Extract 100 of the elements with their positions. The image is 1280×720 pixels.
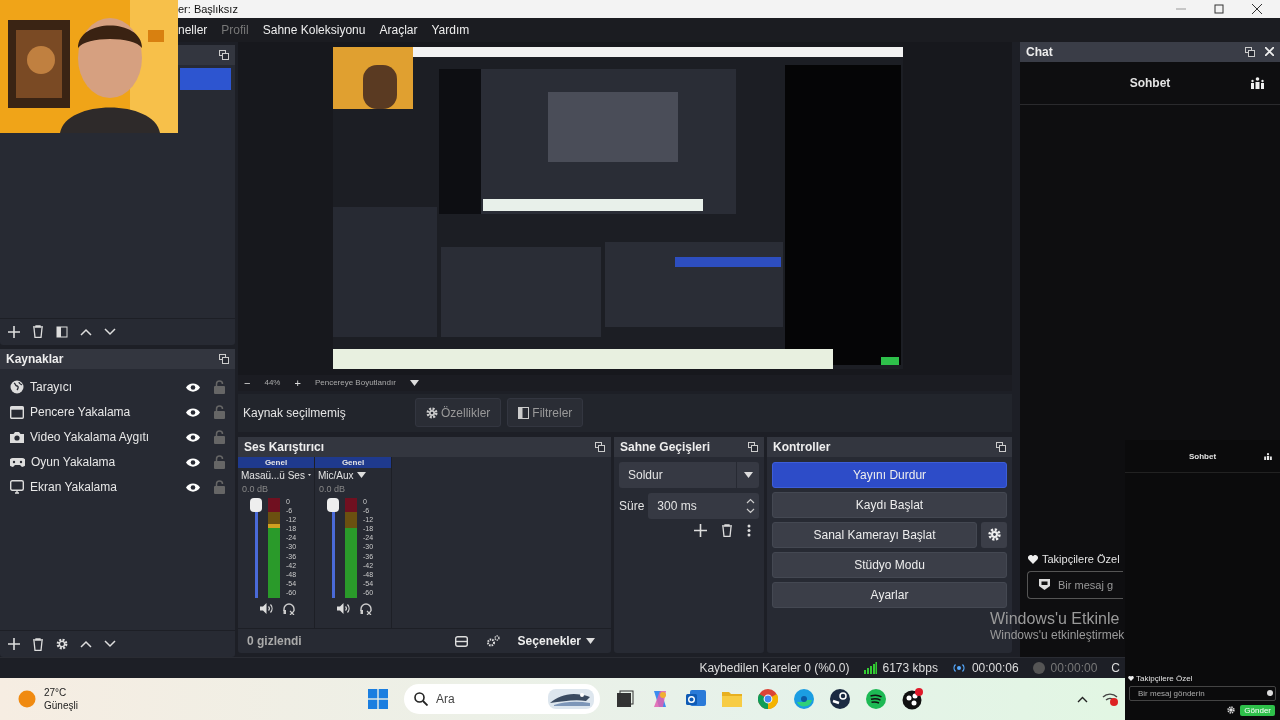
steam-icon[interactable] <box>830 689 850 709</box>
maximize-icon[interactable] <box>1214 4 1224 14</box>
control-button[interactable]: Ayarlar <box>772 581 1007 608</box>
chrome-icon[interactable] <box>758 689 778 709</box>
shield-icon <box>1039 579 1050 591</box>
trash-icon[interactable] <box>721 523 733 537</box>
eye-icon[interactable] <box>186 432 200 442</box>
temperature: 27°C <box>44 686 68 699</box>
mail-app-icon[interactable] <box>686 690 706 708</box>
edge-icon[interactable] <box>794 689 814 709</box>
add-icon[interactable] <box>8 325 20 338</box>
message-field[interactable]: Bir mesaj g <box>1027 571 1123 600</box>
menu-item[interactable]: Araçlar <box>379 22 418 37</box>
float-icon[interactable] <box>219 353 229 364</box>
up-icon[interactable] <box>80 640 92 649</box>
eye-icon[interactable] <box>186 407 200 417</box>
control-button[interactable]: Yayını Durdur <box>772 461 1007 488</box>
lock-open-icon[interactable] <box>214 430 225 445</box>
float-icon[interactable] <box>1245 46 1255 57</box>
eye-icon[interactable] <box>186 482 200 492</box>
source-item[interactable]: Tarayıcı <box>30 380 180 395</box>
caret-up-icon[interactable] <box>1077 695 1088 703</box>
volume-reading: 0.0 dB <box>318 482 347 495</box>
zoom-out-button[interactable]: − <box>244 376 251 389</box>
layout-icon[interactable] <box>454 635 468 647</box>
menu-item[interactable]: Yardım <box>431 22 470 37</box>
menu-item[interactable]: neller <box>178 22 208 37</box>
caret-icon <box>743 471 753 478</box>
down-icon[interactable] <box>104 640 116 649</box>
panel-title: Kontroller <box>773 439 831 454</box>
add-icon[interactable] <box>694 523 707 537</box>
settings-icon[interactable] <box>56 638 68 651</box>
followers-only-label: Takipçilere Özel <box>1136 674 1193 683</box>
speaker-icon[interactable] <box>260 603 273 615</box>
trash-icon[interactable] <box>32 637 44 651</box>
channel-dropdown[interactable]: Masaü...ü Ses <box>238 467 314 483</box>
scale-mode-label: Pencereye Boyutlandır <box>314 378 396 388</box>
filter-icon[interactable] <box>56 325 68 338</box>
down-icon[interactable] <box>104 327 116 336</box>
eye-icon[interactable] <box>186 457 200 467</box>
users-icon[interactable] <box>1264 452 1272 460</box>
globe-icon <box>10 380 24 395</box>
options-dropdown[interactable]: Seçenekler <box>517 634 611 649</box>
menu-item[interactable]: Sahne Koleksiyonu <box>262 22 366 37</box>
task-view-icon[interactable] <box>616 690 634 708</box>
speaker-icon[interactable] <box>337 603 350 615</box>
obs-icon[interactable] <box>902 688 924 710</box>
float-icon[interactable] <box>595 441 605 452</box>
message-field[interactable]: Bir mesaj gönderin <box>1129 686 1276 701</box>
add-icon[interactable] <box>8 638 20 651</box>
headphones-icon[interactable] <box>360 602 372 615</box>
lock-open-icon[interactable] <box>214 455 225 470</box>
float-icon[interactable] <box>748 441 758 452</box>
volume-slider[interactable] <box>327 497 339 598</box>
transition-dropdown[interactable]: Soldur <box>619 461 759 488</box>
filters-button[interactable]: Filtreler <box>507 398 584 428</box>
status-text: C <box>1111 661 1120 676</box>
spinner-arrows-icon[interactable] <box>745 497 755 514</box>
eye-icon[interactable] <box>186 382 200 392</box>
more-icon[interactable] <box>747 523 751 537</box>
up-icon[interactable] <box>80 327 92 336</box>
source-item[interactable]: Pencere Yakalama <box>30 405 180 420</box>
close-icon[interactable] <box>1252 4 1262 14</box>
window-icon <box>10 405 24 419</box>
gears-icon[interactable] <box>485 635 500 648</box>
windows-start-icon[interactable] <box>368 689 388 709</box>
bitrate: 6173 kbps <box>882 661 938 676</box>
chat-title: Sohbet <box>1129 75 1171 90</box>
settings-icon[interactable] <box>1227 706 1236 714</box>
source-item[interactable]: Oyun Yakalama <box>31 455 180 470</box>
broadcast-icon <box>951 663 966 674</box>
gamepad-icon <box>10 457 25 467</box>
lock-open-icon[interactable] <box>214 480 225 495</box>
settings-button[interactable] <box>981 521 1007 548</box>
users-icon[interactable] <box>1251 76 1264 89</box>
gear-icon <box>987 528 1001 542</box>
channel-dropdown[interactable]: Mic/Aux <box>315 467 391 483</box>
source-item[interactable]: Video Yakalama Aygıtı <box>30 430 180 445</box>
signal-icon <box>863 662 877 675</box>
float-icon[interactable] <box>996 441 1006 452</box>
lock-open-icon[interactable] <box>214 405 225 420</box>
zoom-in-button[interactable]: + <box>294 376 301 389</box>
control-button[interactable]: Kaydı Başlat <box>772 491 1007 518</box>
volume-slider[interactable] <box>250 497 262 598</box>
lock-open-icon[interactable] <box>214 380 225 395</box>
trash-icon[interactable] <box>32 325 44 339</box>
heart-icon <box>1028 554 1038 564</box>
duration-field[interactable]: 300 ms <box>648 492 759 519</box>
float-icon[interactable] <box>219 49 229 60</box>
control-button[interactable]: Sanal Kamerayı Başlat <box>772 521 977 548</box>
panel-title: Kaynaklar <box>6 351 64 366</box>
headphones-icon[interactable] <box>283 602 295 615</box>
spotify-icon[interactable] <box>866 689 886 709</box>
source-item[interactable]: Ekran Yakalama <box>30 480 180 495</box>
gear-icon <box>426 406 438 419</box>
properties-button[interactable]: Özellikler <box>415 398 502 428</box>
caret-icon[interactable] <box>409 379 419 386</box>
control-button[interactable]: Stüdyo Modu <box>772 551 1007 578</box>
network-warning-icon[interactable] <box>1102 691 1120 707</box>
zoom-level: 44% <box>264 378 281 388</box>
